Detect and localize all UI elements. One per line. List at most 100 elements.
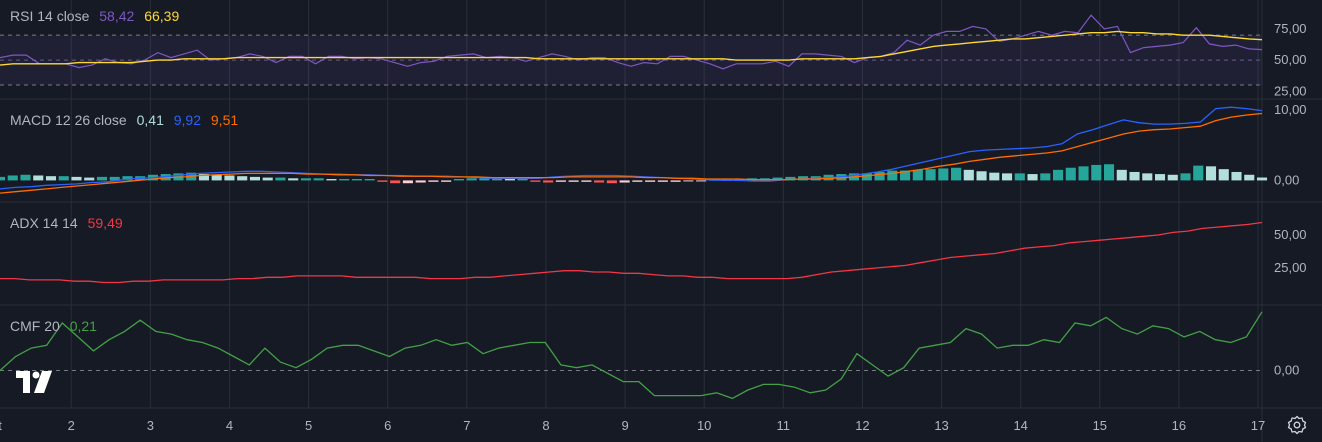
macd-histogram-bar <box>976 171 987 181</box>
macd-histogram-bar <box>211 174 222 181</box>
macd-histogram-bar <box>887 170 898 181</box>
macd-histogram-bar <box>237 176 248 181</box>
x-tick-label: 10 <box>697 418 711 433</box>
macd-histogram-bar <box>71 176 82 181</box>
y-tick-label: 10,00 <box>1274 102 1307 117</box>
macd-histogram-bar <box>33 175 44 181</box>
x-tick-label: 9 <box>621 418 628 433</box>
y-tick-label: 25,00 <box>1274 260 1307 275</box>
macd-histogram-bar <box>45 176 57 181</box>
macd-histogram-bar <box>326 179 337 181</box>
macd-histogram-bar <box>530 180 541 182</box>
macd-histogram-bar <box>7 175 18 181</box>
rsi-value: 58,42 <box>99 8 135 24</box>
rsi-ma-value: 66,39 <box>144 8 180 24</box>
macd-histogram-bar <box>989 172 1000 181</box>
macd-histogram-bar <box>1167 174 1178 181</box>
cmf-value: 0,21 <box>69 318 97 334</box>
y-tick-label: 0,00 <box>1274 172 1299 187</box>
macd-histogram-bar <box>453 179 464 181</box>
x-tick-label: 8 <box>542 418 549 433</box>
adx-legend: ADX 14 14 59,49 <box>10 215 129 231</box>
macd-value: 9,92 <box>173 112 201 128</box>
cmf-line <box>0 311 1263 400</box>
adx-legend-title: ADX 14 14 <box>10 215 78 231</box>
macd-histogram-bar <box>581 180 592 182</box>
x-tick-label: 6 <box>384 418 391 433</box>
macd-histogram-bar <box>96 176 108 181</box>
macd-histogram-bar <box>84 177 95 181</box>
macd-histogram-bar <box>925 169 936 181</box>
macd-histogram-bar <box>1116 169 1127 181</box>
macd-histogram-bar <box>1193 165 1204 181</box>
macd-histogram-bar <box>912 169 923 181</box>
x-tick-label: 16 <box>1172 418 1186 433</box>
tradingview-logo[interactable] <box>16 369 54 395</box>
macd-histogram-bar <box>1154 174 1166 181</box>
macd-histogram-bar <box>0 176 6 181</box>
macd-histogram-bar <box>1052 169 1064 181</box>
macd-histogram-bar <box>606 180 617 184</box>
macd-histogram-value: 0,41 <box>136 112 164 128</box>
macd-histogram-bar <box>275 177 286 181</box>
y-tick-label: 50,00 <box>1274 227 1307 242</box>
macd-histogram-bar <box>1129 171 1140 181</box>
macd-histogram-bar <box>963 169 974 181</box>
macd-histogram-bar <box>428 180 439 182</box>
macd-histogram-bar <box>670 180 681 182</box>
macd-signal-value: 9,51 <box>210 112 239 128</box>
macd-histogram-bar <box>874 171 885 181</box>
adx-value: 59,49 <box>87 215 123 231</box>
x-tick-label: 13 <box>934 418 948 433</box>
rsi-legend: RSI 14 close 58,42 66,39 <box>10 8 185 24</box>
y-tick-label: 50,00 <box>1274 52 1307 67</box>
macd-histogram-bar <box>262 177 273 181</box>
macd-histogram-bar <box>504 179 515 181</box>
x-tick-label: 15 <box>1093 418 1107 433</box>
macd-histogram-bar <box>224 175 235 181</box>
adx-line <box>0 221 1263 284</box>
gear-icon[interactable] <box>1287 415 1307 435</box>
macd-histogram-bar <box>1142 173 1153 181</box>
macd-histogram-bar <box>594 180 605 183</box>
y-tick-label: 75,00 <box>1274 21 1307 36</box>
x-tick-label: 14 <box>1013 418 1027 433</box>
macd-legend: MACD 12 26 close 0,41 9,92 9,51 <box>10 112 244 128</box>
macd-histogram-bar <box>1027 174 1038 181</box>
macd-histogram-bar <box>300 178 311 181</box>
macd-legend-title: MACD 12 26 close <box>10 112 127 128</box>
macd-histogram-bar <box>1002 173 1013 181</box>
macd-histogram-bar <box>1040 173 1051 181</box>
macd-histogram-bar <box>555 180 566 182</box>
macd-histogram-bar <box>441 180 452 182</box>
macd-histogram-bar <box>619 180 630 183</box>
x-tick-label: 2 <box>68 418 75 433</box>
x-tick-label: 4 <box>226 418 233 433</box>
macd-histogram-bar <box>351 179 362 181</box>
macd-histogram-bar <box>466 178 477 181</box>
x-tick-label: 3 <box>147 418 154 433</box>
macd-histogram-bar <box>313 178 324 181</box>
cmf-legend: CMF 20 0,21 <box>10 318 103 334</box>
macd-histogram-bar <box>288 178 299 181</box>
macd-histogram-bar <box>938 168 949 181</box>
macd-histogram-bar <box>517 179 528 181</box>
macd-histogram-bar <box>1065 167 1076 181</box>
macd-histogram-bar <box>1218 169 1229 181</box>
macd-histogram-bar <box>632 180 643 182</box>
y-tick-label: 25,00 <box>1274 83 1307 98</box>
macd-histogram-bar <box>415 180 426 183</box>
macd-histogram-bar <box>402 180 413 184</box>
macd-histogram-bar <box>1205 166 1217 181</box>
macd-histogram-bar <box>1091 164 1102 181</box>
macd-histogram-bar <box>1256 177 1268 181</box>
macd-histogram-bar <box>20 174 31 181</box>
x-tick-label: 11 <box>777 418 791 433</box>
rsi-legend-title: RSI 14 close <box>10 8 90 24</box>
macd-histogram-bar <box>1180 173 1191 181</box>
cmf-legend-title: CMF 20 <box>10 318 60 334</box>
y-tick-label: 0,00 <box>1274 362 1299 377</box>
indicators-chart[interactable]: 75,00 50,00 25,00 10,00 0,00 50,00 25,00 0,00 Se… <box>0 0 1322 442</box>
x-tick-label: 5 <box>305 418 312 433</box>
x-tick-label: 17 <box>1251 418 1265 433</box>
